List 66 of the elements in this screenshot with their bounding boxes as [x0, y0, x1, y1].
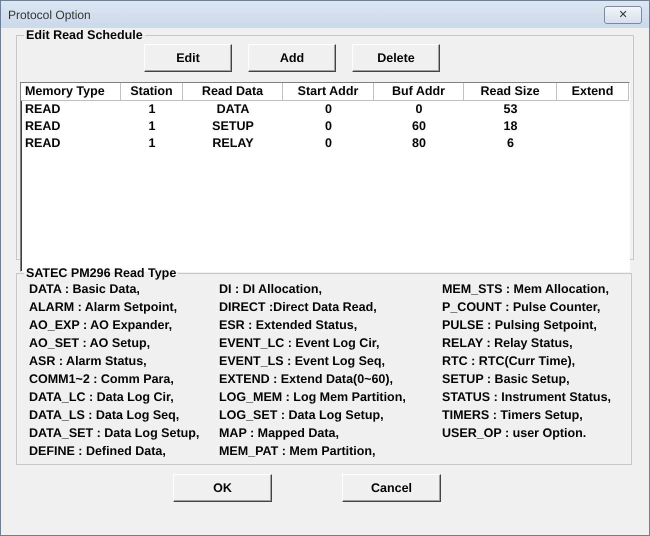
read-type-text: DIRECT :Direct Data Read,: [219, 299, 378, 316]
action-button[interactable]: Edit: [144, 44, 232, 72]
read-type-text: DATA_LS : Data Log Seq,: [29, 407, 180, 424]
list-cell-text: 80: [411, 135, 427, 152]
column-header[interactable]: Read Data: [183, 83, 283, 101]
read-type-text: RELAY : Relay Status,: [442, 335, 574, 352]
list-row[interactable]: READ 1 SETUP 0 60 18: [21, 118, 629, 135]
list-cell-text: 1: [148, 101, 156, 118]
column-header[interactable]: Extend: [557, 83, 629, 101]
read-type-text: AO_EXP : AO Expander,: [29, 317, 174, 334]
read-type-text: MEM_PAT : Mem Partition,: [219, 443, 376, 460]
read-type-text: DI : DI Allocation,: [219, 281, 324, 298]
read-type-text: DATA : Basic Data,: [29, 281, 141, 298]
read-type-text: MAP : Mapped Data,: [219, 425, 340, 442]
action-button[interactable]: Add: [248, 44, 336, 72]
read-type-text: STATUS : Instrument Status,: [442, 389, 611, 406]
list-cell-text: 6: [506, 135, 515, 152]
read-type-text: DATA_LC : Data Log Cir,: [29, 389, 175, 406]
read-type-text: RTC : RTC(Curr Time),: [442, 353, 576, 370]
group-title: Edit Read Schedule: [25, 28, 144, 42]
list-cell-text: SETUP: [211, 118, 255, 135]
read-type-text: PULSE : Pulsing Setpoint,: [442, 317, 598, 334]
read-type-text: ALARM : Alarm Setpoint,: [29, 299, 178, 316]
read-type-text: EXTEND : Extend Data(0~60),: [219, 371, 394, 388]
column-header[interactable]: Start Addr: [283, 83, 374, 101]
list-cell-text: 53: [502, 101, 518, 118]
read-type-text: EVENT_LC : Event Log Cir,: [219, 335, 380, 352]
group-title: SATEC PM296 Read Type: [25, 266, 178, 280]
read-type-text: TIMERS : Timers Setup,: [442, 407, 584, 424]
window-title: Protocol Option: [8, 8, 91, 22]
list-row[interactable]: READ 1 RELAY 0 80 6: [21, 135, 629, 152]
read-type-text: MEM_STS : Mem Allocation,: [442, 281, 610, 298]
read-type-text: DEFINE : Defined Data,: [29, 443, 167, 460]
list-cell-text: 1: [148, 118, 156, 135]
read-type-text: LOG_MEM : Log Mem Partition,: [219, 389, 407, 406]
read-type-text: SETUP : Basic Setup,: [442, 371, 571, 388]
read-type-text: EVENT_LS : Event Log Seq,: [219, 353, 386, 370]
read-type-text: LOG_SET : Data Log Setup,: [219, 407, 385, 424]
list-cell-text: READ: [24, 118, 62, 135]
dialog-button[interactable]: Cancel: [342, 474, 441, 502]
close-button[interactable]: ✕: [604, 6, 642, 24]
list-cell-text: READ: [24, 135, 62, 152]
list-cell-text: 0: [324, 101, 333, 118]
action-button[interactable]: Delete: [352, 44, 440, 72]
column-header[interactable]: Read Size: [464, 83, 557, 101]
column-header[interactable]: Memory Type: [21, 83, 121, 101]
read-type-text: COMM1~2 : Comm Para,: [29, 371, 175, 388]
read-type-text: USER_OP : user Option.: [442, 425, 588, 442]
column-header[interactable]: Station: [121, 83, 183, 101]
list-cell-text: READ: [24, 101, 62, 118]
list-cell-text: 0: [324, 118, 333, 135]
list-cell-text: RELAY: [211, 135, 255, 152]
list-cell-text: DATA: [216, 101, 250, 118]
read-type-text: P_COUNT : Pulse Counter,: [442, 299, 602, 316]
column-header[interactable]: Buf Addr: [374, 83, 464, 101]
read-type-text: ESR : Extended Status,: [219, 317, 358, 334]
list-cell-text: 60: [411, 118, 427, 135]
read-type-text: AO_SET : AO Setup,: [29, 335, 152, 352]
list-cell-text: 0: [324, 135, 333, 152]
dialog-button[interactable]: OK: [173, 474, 272, 502]
list-cell-text: 18: [502, 118, 518, 135]
list-cell-text: 1: [148, 135, 156, 152]
read-type-text: DATA_SET : Data Log Setup,: [29, 425, 200, 442]
list-row[interactable]: READ 1 DATA 0 0 53: [21, 101, 629, 118]
list-cell-text: 0: [414, 101, 424, 118]
read-type-text: ASR : Alarm Status,: [29, 353, 148, 370]
